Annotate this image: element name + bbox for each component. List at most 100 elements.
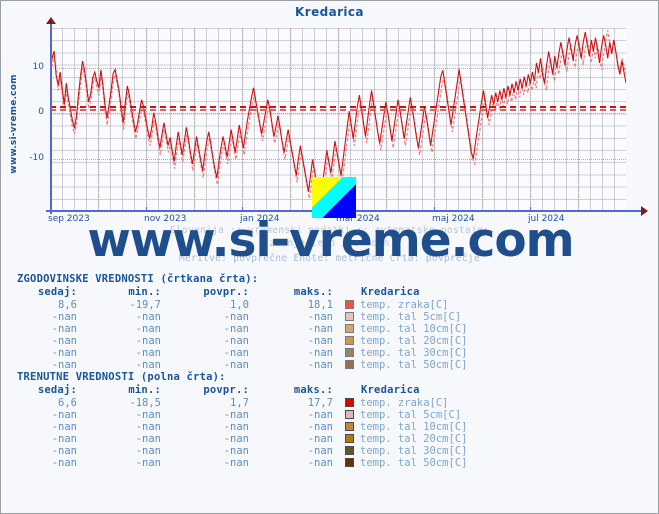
legend-label: temp. tal 10cm[C] [360,323,468,335]
table-cell-min: -nan [135,433,161,445]
subtitle-line-3: Meritve: povprečne Enote: metrične Črta:… [179,253,480,264]
legend-color-swatch [345,300,354,309]
table-row: -nan -nan -nan -nan temp. tal 10cm[C] [9,323,473,335]
table-cell-sedaj: -nan [51,457,77,469]
table-column-header: sedaj: [37,384,77,396]
table-row: -nan -nan -nan -nan temp. tal 20cm[C] [9,335,473,347]
table-cell-sedaj: -nan [51,347,77,359]
table-cell-min: -nan [135,445,161,457]
average-line [50,105,626,108]
page-title: Kredarica [295,5,364,19]
table-cell-maks: -nan [307,421,333,433]
table-cell-sedaj: -nan [51,323,77,335]
legend-color-swatch [345,312,354,321]
legend-entry: temp. tal 50cm[C] [339,359,473,371]
subtitle-line-1: Slovenija :: vremenski podatki :: avtoma… [169,225,490,236]
legend-label: temp. tal 20cm[C] [360,433,468,445]
table-cell-povpr: -nan [223,457,249,469]
table-cell-min: -nan [135,311,161,323]
legend-entry: temp. tal 30cm[C] [339,347,473,359]
legend-label: temp. zraka[C] [360,299,449,311]
x-tick-mark [434,207,435,211]
table-cell-povpr: 1,0 [230,299,249,311]
table-cell-povpr: -nan [223,323,249,335]
chart-page: Kredarica www.si-vreme.com 10 0 -10 sep 20… [0,0,659,514]
table-cell-sedaj: 8,6 [58,299,77,311]
table-cell-sedaj: 6,6 [58,397,77,409]
legend-label: temp. tal 5cm[C] [360,409,462,421]
subtitle-line-2: zadnje leto / en dan [269,238,390,249]
table-header-row: sedaj: min.: povpr.: maks.: Kredarica [9,285,473,299]
series-line [50,32,626,201]
table-heading: ZGODOVINSKE VREDNOSTI (črtkana črta): [17,273,259,285]
legend-color-swatch [345,410,354,419]
table-column-header: sedaj: [37,286,77,298]
x-tick-label: jul 2024 [528,214,565,224]
table-cell-min: -nan [135,359,161,371]
table-column-header: Kredarica [361,384,420,396]
legend-label: temp. tal 30cm[C] [360,445,468,457]
slovenia-flag-badge [312,177,356,218]
table-cell-min: -nan [135,347,161,359]
x-axis-arrow-icon [641,206,648,216]
table-cell-min: -nan [135,323,161,335]
legend-color-swatch [345,422,354,431]
table-cell-maks: -nan [307,335,333,347]
table-cell-min: -18,5 [129,397,161,409]
table-cell-maks: -nan [307,323,333,335]
table-row: -nan -nan -nan -nan temp. tal 50cm[C] [9,457,473,469]
table-cell-sedaj: -nan [51,311,77,323]
legend-color-swatch [345,336,354,345]
legend-entry: temp. tal 20cm[C] [339,433,473,445]
table-cell-povpr: -nan [223,445,249,457]
values-table: sedaj: min.: povpr.: maks.: Kredarica 6,6 -18,… [9,383,473,469]
table-cell-povpr: -nan [223,347,249,359]
table-cell-povpr: -nan [223,421,249,433]
table-row: -nan -nan -nan -nan temp. tal 30cm[C] [9,347,473,359]
table-cell-min: -19,7 [129,299,161,311]
table-cell-maks: 18,1 [307,299,333,311]
y-tick-label: 10 [32,61,44,72]
table-cell-sedaj: -nan [51,409,77,421]
legend-entry: temp. tal 10cm[C] [339,421,473,433]
table-cell-povpr: -nan [223,409,249,421]
chart-container: Kredarica www.si-vreme.com 10 0 -10 sep 20… [1,1,658,273]
legend-entry: temp. tal 30cm[C] [339,445,473,457]
table-cell-povpr: -nan [223,311,249,323]
table-cell-sedaj: -nan [51,359,77,371]
legend-entry: temp. zraka[C] [339,397,473,409]
y-axis [50,22,52,214]
table-column-header: maks.: [293,384,333,396]
table-column-header: povpr.: [203,286,249,298]
table-column-header: Kredarica [361,286,420,298]
table-cell-min: -nan [135,409,161,421]
legend-label: temp. tal 5cm[C] [360,311,462,323]
table-column-header: povpr.: [203,384,249,396]
table-cell-min: -nan [135,457,161,469]
table-cell-sedaj: -nan [51,445,77,457]
legend-entry: temp. tal 50cm[C] [339,457,473,469]
table-cell-sedaj: -nan [51,433,77,445]
table-row: -nan -nan -nan -nan temp. tal 5cm[C] [9,311,473,323]
table-cell-povpr: -nan [223,335,249,347]
x-tick-label: maj 2024 [432,214,475,224]
table-cell-maks: -nan [307,359,333,371]
table-row: -nan -nan -nan -nan temp. tal 10cm[C] [9,421,473,433]
values-table-block: ZGODOVINSKE VREDNOSTI (črtkana črta): sed… [1,273,658,371]
table-cell-min: -nan [135,421,161,433]
values-tables: ZGODOVINSKE VREDNOSTI (črtkana črta): sed… [1,273,658,469]
legend-entry: temp. tal 20cm[C] [339,335,473,347]
legend-label: temp. zraka[C] [360,397,449,409]
legend-color-swatch [345,458,354,467]
table-cell-sedaj: -nan [51,335,77,347]
legend-label: temp. tal 10cm[C] [360,421,468,433]
legend-color-swatch [345,348,354,357]
average-line [50,108,626,111]
table-row: 8,6 -19,7 1,0 18,1 temp. zraka[C] [9,299,473,311]
table-cell-maks: -nan [307,311,333,323]
table-cell-maks: 17,7 [307,397,333,409]
y-tick-label: 0 [38,107,44,118]
legend-entry: temp. zraka[C] [339,299,473,311]
table-row: 6,6 -18,5 1,7 17,7 temp. zraka[C] [9,397,473,409]
table-cell-povpr: 1,7 [230,397,249,409]
